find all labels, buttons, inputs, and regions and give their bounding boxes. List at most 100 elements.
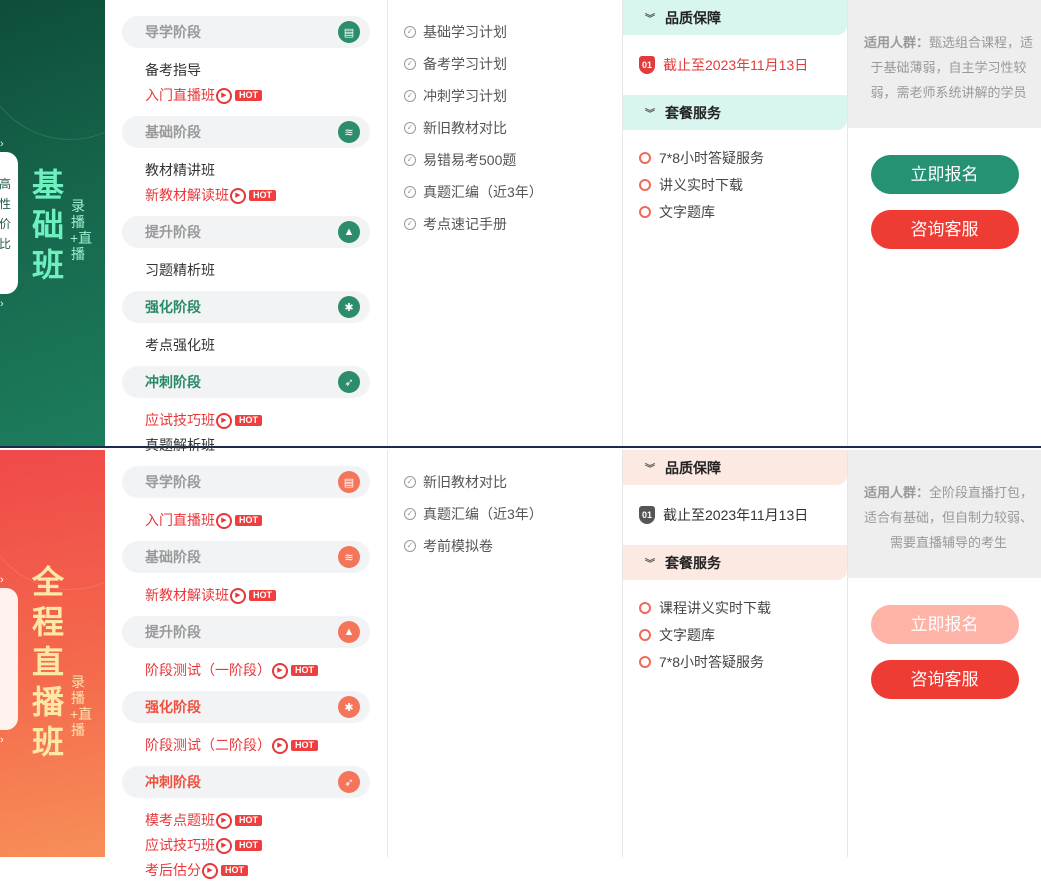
course-name: 应试技巧班 — [145, 412, 215, 428]
ring-icon — [639, 628, 651, 641]
material-item[interactable]: ✓ 考点速记手册 — [404, 208, 622, 240]
hot-badge: HOT — [235, 415, 262, 426]
material-item[interactable]: ✓ 真题汇编（近3年） — [404, 498, 622, 530]
layers-icon: ≋ — [338, 121, 360, 143]
course-item[interactable]: 阶段测试（二阶段） ▶ HOT — [122, 733, 370, 758]
stage-label: 提升阶段 — [145, 224, 201, 240]
stage-header[interactable]: 强化阶段 ✱ — [122, 691, 370, 723]
double-chevron-down-icon: ︾ — [645, 464, 655, 475]
service-title: 套餐服务 — [665, 104, 721, 121]
course-item[interactable]: 入门直播班 ▶ HOT — [122, 508, 370, 533]
material-item[interactable]: ✓ 备考学习计划 — [404, 48, 622, 80]
card-banner: › › 全程直播班 录播+直播 — [0, 450, 105, 857]
course-item[interactable]: 教材精讲班 — [122, 158, 370, 183]
stage-header[interactable]: 冲刺阶段 ➶ — [122, 766, 370, 798]
layers-icon: ≋ — [338, 546, 360, 568]
stage-header[interactable]: 提升阶段 ▲ — [122, 216, 370, 248]
action-column: 适用人群：甄选组合课程，适于基础薄弱，自主学习性较弱，需老师系统讲解的学员 立即… — [848, 0, 1041, 446]
stage-header[interactable]: 基础阶段 ≋ — [122, 541, 370, 573]
material-label: 基础学习计划 — [423, 24, 507, 40]
course-item[interactable]: 考点强化班 — [122, 333, 370, 358]
check-circle-icon: ✓ — [404, 218, 416, 230]
ring-icon — [639, 178, 651, 191]
course-name: 阶段测试（二阶段） — [145, 737, 271, 753]
card-subtitle: 录播+直播 — [70, 198, 93, 262]
check-circle-icon: ✓ — [404, 26, 416, 38]
quality-header[interactable]: ︾ 品质保障 — [623, 0, 847, 35]
course-name: 模考点题班 — [145, 812, 215, 828]
material-item[interactable]: ✓ 真题汇编（近3年） — [404, 176, 622, 208]
consult-button[interactable]: 咨询客服 — [870, 660, 1019, 699]
material-item[interactable]: ✓ 基础学习计划 — [404, 16, 622, 48]
shield-icon: 01 — [639, 56, 655, 74]
stage-group: 冲刺阶段 ➶ 模考点题班 ▶ HOT 应试技巧班 ▶ HOT 考后估分 ▶ HOT — [122, 766, 370, 883]
course-item[interactable]: 习题精析班 — [122, 258, 370, 283]
doc-icon: ▤ — [338, 21, 360, 43]
stage-group: 导学阶段 ▤ 入门直播班 ▶ HOT — [122, 466, 370, 533]
audience-label: 适用人群： — [863, 35, 929, 50]
service-item: 课程讲义实时下载 — [639, 594, 847, 621]
course-item[interactable]: 备考指导 — [122, 58, 370, 83]
material-item[interactable]: ✓ 新旧教材对比 — [404, 466, 622, 498]
quality-text: 截止至2023年11月13日 — [663, 57, 809, 73]
course-item[interactable]: 新教材解读班 ▶ HOT — [122, 183, 370, 208]
material-item[interactable]: ✓ 新旧教材对比 — [404, 112, 622, 144]
enroll-button[interactable]: 立即报名 — [870, 155, 1019, 194]
service-list: 课程讲义实时下载 文字题库 7*8小时答疑服务 — [623, 580, 847, 675]
banner-tab-text: 高性价比 — [0, 177, 12, 251]
material-item[interactable]: ✓ 冲刺学习计划 — [404, 80, 622, 112]
material-label: 备考学习计划 — [423, 56, 507, 72]
action-column: 适用人群：全阶段直播打包，适合有基础，但自制力较弱、需要直播辅导的考生 立即报名… — [848, 450, 1041, 857]
course-card-basic: › 高性价比 › 基础班 录播+直播 导学阶段 ▤ 备考指导 入门直播班 ▶ HOT 基础阶… — [0, 0, 1041, 453]
course-item[interactable]: 应试技巧班 ▶ HOT — [122, 833, 370, 858]
play-icon: ▶ — [216, 812, 232, 829]
course-item[interactable]: 应试技巧班 ▶ HOT — [122, 408, 370, 433]
service-header[interactable]: ︾ 套餐服务 — [623, 545, 847, 580]
stage-header[interactable]: 导学阶段 ▤ — [122, 16, 370, 48]
material-label: 真题汇编（近3年） — [423, 506, 543, 522]
play-icon: ▶ — [202, 862, 218, 879]
hot-badge: HOT — [235, 515, 262, 526]
double-chevron-down-icon: ︾ — [645, 559, 655, 570]
play-icon: ▶ — [216, 512, 232, 529]
course-item[interactable]: 阶段测试（一阶段） ▶ HOT — [122, 658, 370, 683]
course-item[interactable]: 入门直播班 ▶ HOT — [122, 83, 370, 108]
course-item[interactable]: 考后估分 ▶ HOT — [122, 858, 370, 883]
ring-icon — [639, 151, 651, 164]
material-item[interactable]: ✓ 易错易考500题 — [404, 144, 622, 176]
consult-button[interactable]: 咨询客服 — [870, 210, 1019, 249]
course-name: 备考指导 — [145, 62, 201, 78]
hot-badge: HOT — [249, 590, 276, 601]
stage-group: 强化阶段 ✱ 阶段测试（二阶段） ▶ HOT — [122, 691, 370, 758]
card-subtitle: 录播+直播 — [70, 674, 93, 738]
card-banner: › 高性价比 › 基础班 录播+直播 — [0, 0, 105, 446]
bulb-icon: ✱ — [338, 296, 360, 318]
play-icon: ▶ — [216, 87, 232, 104]
doc-icon: ▤ — [338, 471, 360, 493]
enroll-button[interactable]: 立即报名 — [870, 605, 1019, 644]
course-item[interactable]: 模考点题班 ▶ HOT — [122, 808, 370, 833]
stage-label: 强化阶段 — [145, 699, 201, 715]
quality-header[interactable]: ︾ 品质保障 — [623, 450, 847, 485]
audience-label: 适用人群： — [863, 485, 929, 500]
service-title: 套餐服务 — [665, 554, 721, 571]
stage-header[interactable]: 提升阶段 ▲ — [122, 616, 370, 648]
service-item: 7*8小时答疑服务 — [639, 144, 847, 171]
stage-group: 导学阶段 ▤ 备考指导入门直播班 ▶ HOT — [122, 16, 370, 108]
stage-header[interactable]: 强化阶段 ✱ — [122, 291, 370, 323]
shield-icon: 01 — [639, 506, 655, 524]
stage-header[interactable]: 导学阶段 ▤ — [122, 466, 370, 498]
course-item[interactable]: 新教材解读班 ▶ HOT — [122, 583, 370, 608]
services-column: ︾ 品质保障 01 截止至2023年11月13日 ︾ 套餐服务 课程讲义实时下载 文字题… — [623, 450, 848, 857]
stage-header[interactable]: 冲刺阶段 ➶ — [122, 366, 370, 398]
material-label: 新旧教材对比 — [423, 474, 507, 490]
material-label: 考前模拟卷 — [423, 538, 493, 554]
service-header[interactable]: ︾ 套餐服务 — [623, 95, 847, 130]
course-name: 入门直播班 — [145, 87, 215, 103]
material-item[interactable]: ✓ 考前模拟卷 — [404, 530, 622, 562]
hot-badge: HOT — [221, 865, 248, 876]
banner-side-tab[interactable] — [0, 588, 18, 730]
check-circle-icon: ✓ — [404, 154, 416, 166]
hot-badge: HOT — [249, 190, 276, 201]
stage-header[interactable]: 基础阶段 ≋ — [122, 116, 370, 148]
